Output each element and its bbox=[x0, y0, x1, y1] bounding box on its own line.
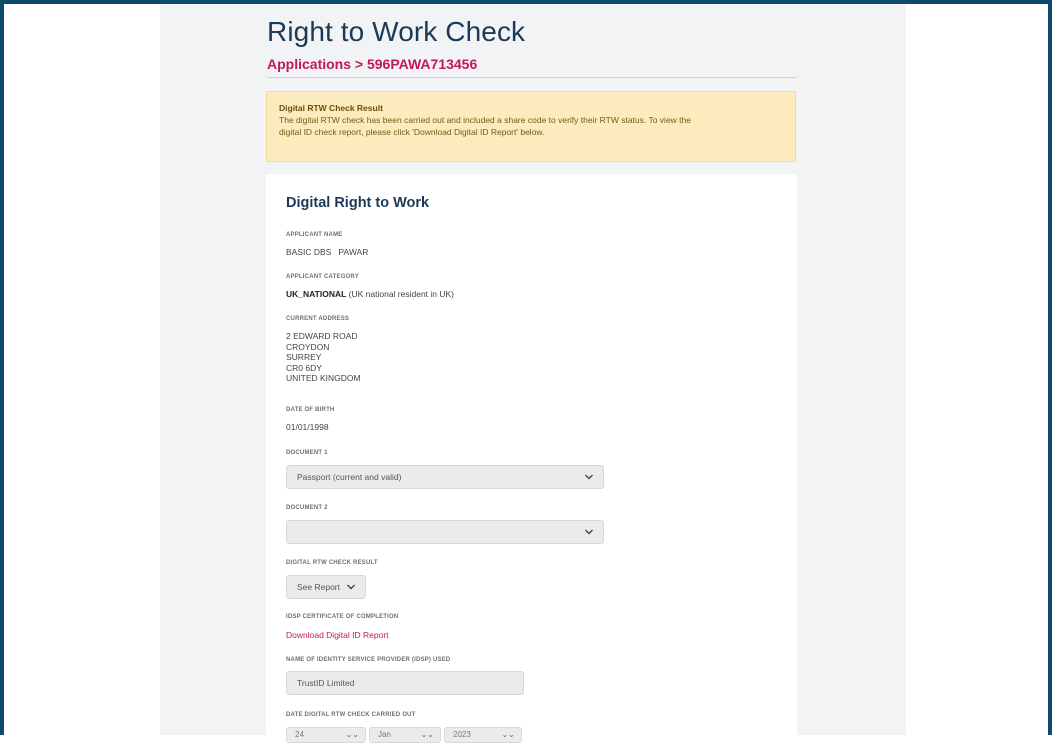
chevron-down-icon bbox=[585, 529, 593, 535]
applicant-name-label: APPLICANT NAME bbox=[286, 232, 343, 238]
chevron-down-icon: ⌄⌄ bbox=[420, 730, 434, 739]
alert-message-line-1: The digital RTW check has been carried o… bbox=[279, 115, 691, 125]
address-line: UNITED KINGDOM bbox=[286, 373, 361, 383]
idsp-certificate-label: IDSP CERTIFICATE OF COMPLETION bbox=[286, 614, 399, 620]
idsp-name-label: NAME OF IDENTITY SERVICE PROVIDER (IDSP)… bbox=[286, 657, 451, 663]
download-digital-id-report-link[interactable]: Download Digital ID Report bbox=[286, 630, 389, 640]
address-line: 2 EDWARD ROAD bbox=[286, 331, 358, 341]
title-divider bbox=[267, 77, 797, 78]
applicant-category-label: APPLICANT CATEGORY bbox=[286, 274, 359, 280]
current-address-label: CURRENT ADDRESS bbox=[286, 316, 350, 322]
date-of-birth-value: 01/01/1998 bbox=[286, 422, 329, 432]
current-address-value: 2 EDWARD ROAD CROYDON SURREY CR0 6DY UNI… bbox=[286, 331, 361, 384]
rtw-check-result-label: DIGITAL RTW CHECK RESULT bbox=[286, 560, 378, 566]
chevron-down-icon bbox=[585, 474, 593, 480]
document-1-selected: Passport (current and valid) bbox=[297, 472, 402, 482]
breadcrumb-applications-link[interactable]: Applications bbox=[267, 56, 351, 72]
document-1-select[interactable]: Passport (current and valid) bbox=[286, 465, 604, 489]
breadcrumb-separator: > bbox=[354, 56, 364, 72]
document-1-label: DOCUMENT 1 bbox=[286, 450, 328, 456]
address-line: CROYDON bbox=[286, 341, 330, 352]
breadcrumb-current: 596PAWA713456 bbox=[366, 56, 478, 72]
address-line: SURREY bbox=[286, 352, 322, 362]
main-content: Right to Work Check Applications > 596PA… bbox=[160, 4, 906, 743]
applicant-category-value: UK_NATIONAL (UK national resident in UK) bbox=[286, 289, 454, 300]
check-date-day-select[interactable]: 24 ⌄⌄ bbox=[286, 727, 366, 743]
alert-message-line-2: digital ID check report, please click 'D… bbox=[279, 127, 545, 137]
rtw-result-alert: Digital RTW Check Result The digital RTW… bbox=[266, 91, 796, 162]
check-date-year-select[interactable]: 2023 ⌄⌄ bbox=[444, 727, 522, 743]
card-title: Digital Right to Work bbox=[286, 195, 430, 211]
applicant-category-code: UK_NATIONAL bbox=[286, 289, 347, 299]
applicant-name-value: BASIC DBS PAWAR bbox=[286, 247, 369, 257]
document-2-select[interactable] bbox=[286, 520, 604, 544]
check-date-label: DATE DIGITAL RTW CHECK CARRIED OUT bbox=[286, 712, 416, 718]
rtw-check-result-selected: See Report bbox=[297, 582, 340, 592]
breadcrumb: Applications > 596PAWA713456 bbox=[267, 56, 477, 72]
applicant-category-desc: (UK national resident in UK) bbox=[346, 289, 455, 299]
idsp-name-value: TrustID Limited bbox=[297, 678, 355, 688]
page-title: Right to Work Check bbox=[267, 16, 526, 47]
chevron-down-icon: ⌄⌄ bbox=[501, 730, 515, 739]
date-of-birth-label: DATE OF BIRTH bbox=[286, 407, 335, 413]
chevron-down-icon: ⌄⌄ bbox=[345, 730, 359, 739]
digital-rtw-card: Digital Right to Work APPLICANT NAME BAS… bbox=[266, 174, 797, 743]
rtw-check-result-select[interactable]: See Report bbox=[286, 575, 366, 599]
idsp-name-input[interactable]: TrustID Limited bbox=[286, 671, 524, 695]
document-2-label: DOCUMENT 2 bbox=[286, 505, 328, 511]
chevron-down-icon bbox=[347, 584, 355, 590]
address-line: CR0 6DY bbox=[286, 362, 322, 373]
alert-title: Digital RTW Check Result bbox=[279, 103, 383, 113]
check-date-month-select[interactable]: Jan ⌄⌄ bbox=[369, 727, 441, 743]
